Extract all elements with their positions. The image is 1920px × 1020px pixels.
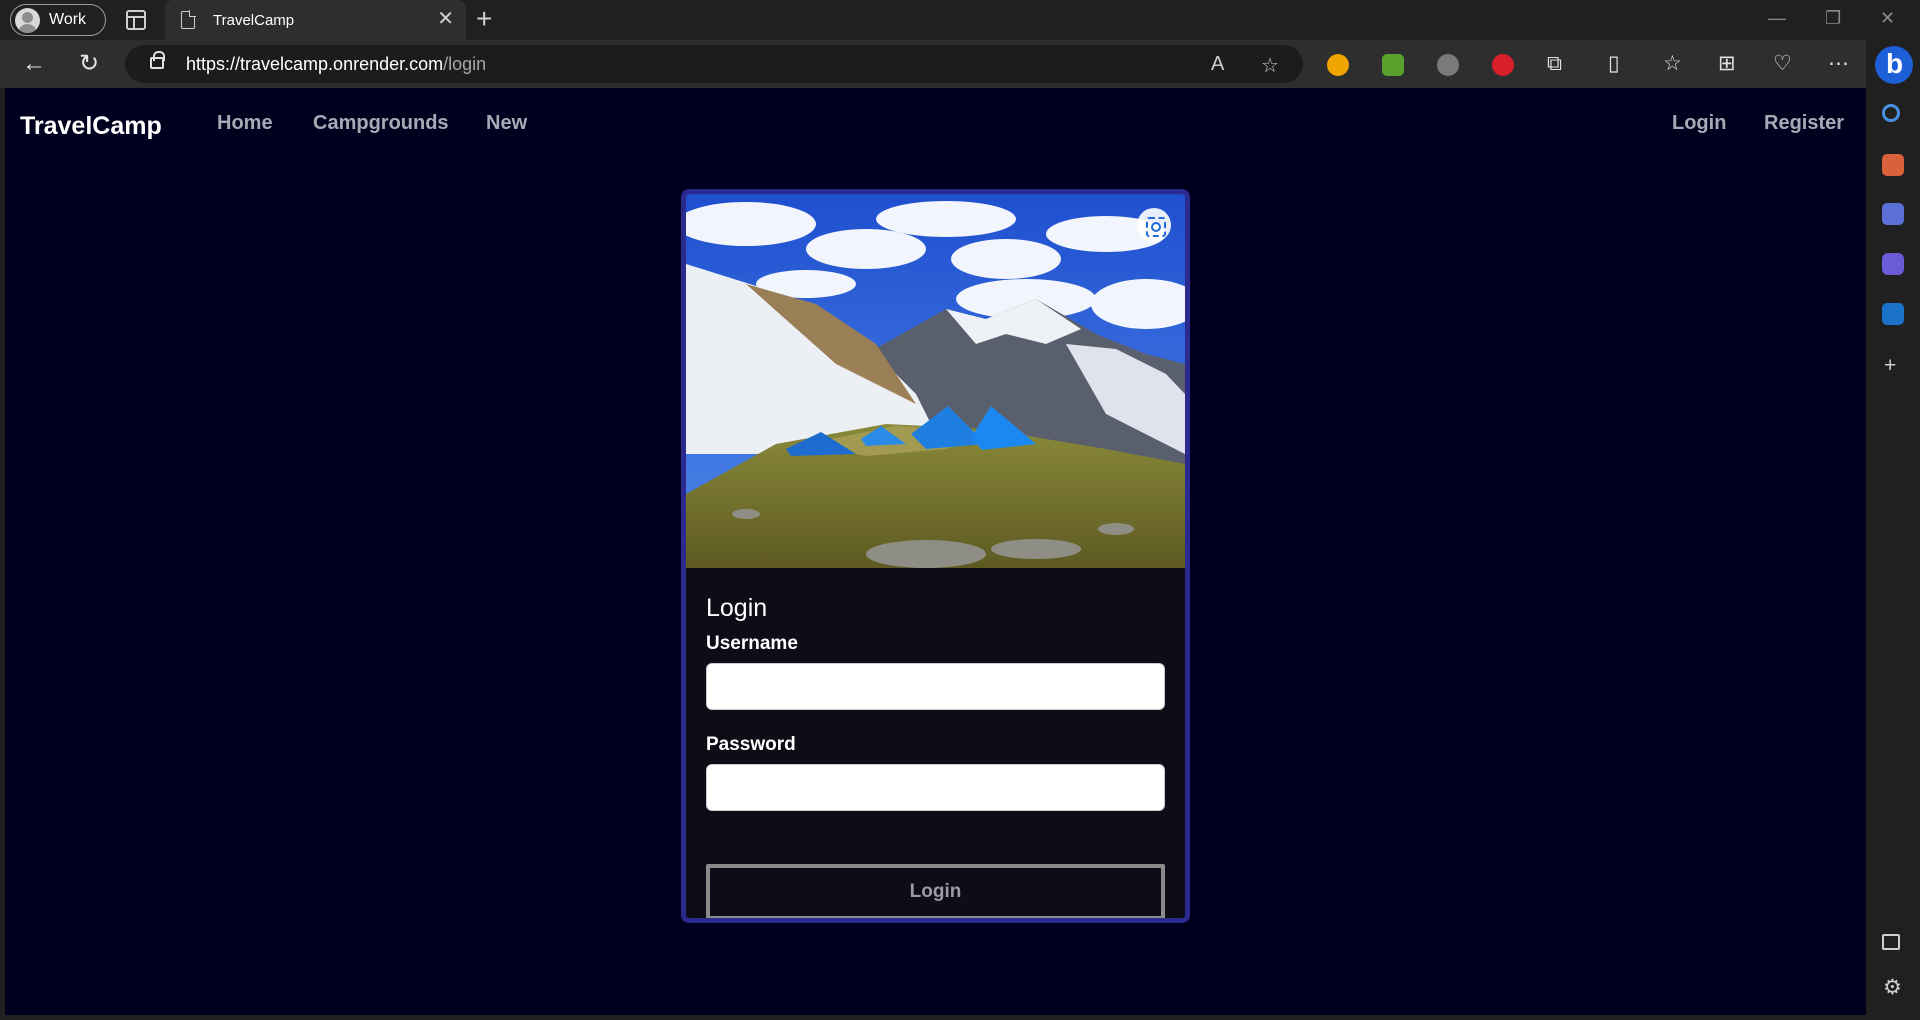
site-navbar: TravelCamp Home Campgrounds New Login Re… — [5, 88, 1866, 158]
settings-gear-icon[interactable]: ⚙ — [1883, 976, 1902, 1000]
tools-icon[interactable] — [1882, 154, 1904, 176]
add-sidebar-app-icon[interactable]: + — [1884, 354, 1896, 378]
extension-red-icon[interactable] — [1492, 54, 1514, 76]
copilot-icon[interactable] — [1875, 46, 1913, 84]
login-form: Login Username Password Login — [706, 594, 1165, 918]
password-input[interactable] — [706, 764, 1165, 811]
collections-icon[interactable]: ⊞ — [1718, 52, 1736, 76]
search-icon[interactable] — [1882, 104, 1900, 122]
office-icon[interactable] — [1882, 253, 1904, 275]
extension-gray-icon[interactable] — [1437, 54, 1459, 76]
active-tab[interactable]: TravelCamp ✕ — [165, 0, 466, 40]
nav-home[interactable]: Home — [217, 112, 273, 135]
close-tab-icon[interactable]: ✕ — [437, 9, 454, 29]
profile-button[interactable]: Work — [10, 4, 106, 36]
back-arrow-icon[interactable]: ← — [18, 48, 50, 80]
close-window-icon[interactable]: ✕ — [1880, 8, 1895, 29]
tab-strip: Work TravelCamp ✕ + — ❐ ✕ — [0, 0, 1920, 40]
nav-register[interactable]: Register — [1764, 112, 1844, 135]
url-text[interactable]: https://travelcamp.onrender.com/login — [186, 54, 486, 75]
profile-label: Work — [49, 11, 87, 28]
tab-actions-icon[interactable] — [126, 10, 146, 30]
avatar — [15, 7, 40, 33]
visual-search-icon[interactable] — [1137, 208, 1171, 242]
nav-campgrounds[interactable]: Campgrounds — [313, 112, 449, 135]
browser-toolbar: ← ↻ https://travelcamp.onrender.com/logi… — [0, 40, 1920, 88]
brand-logo[interactable]: TravelCamp — [20, 112, 162, 141]
password-label: Password — [706, 734, 796, 755]
new-tab-icon[interactable]: + — [476, 4, 492, 34]
browser-essentials-icon[interactable]: ♡ — [1773, 52, 1792, 76]
extensions-puzzle-icon[interactable]: ⧉ — [1547, 52, 1562, 76]
hide-sidebar-icon[interactable] — [1882, 934, 1900, 950]
games-icon[interactable] — [1882, 203, 1904, 225]
outlook-icon[interactable] — [1882, 303, 1904, 325]
restore-icon[interactable]: ❐ — [1825, 8, 1841, 29]
nav-login[interactable]: Login — [1672, 112, 1726, 135]
login-submit-button[interactable]: Login — [706, 864, 1165, 918]
minimize-icon[interactable]: — — [1768, 8, 1786, 29]
extension-green-icon[interactable] — [1382, 54, 1404, 76]
campsite-image — [686, 194, 1185, 568]
favorites-icon[interactable]: ☆ — [1663, 52, 1682, 76]
address-bar[interactable]: https://travelcamp.onrender.com/login A … — [125, 45, 1303, 83]
favorite-star-icon[interactable]: ☆ — [1261, 53, 1279, 78]
tab-title: TravelCamp — [213, 11, 295, 29]
username-input[interactable] — [706, 663, 1165, 710]
extension-home-icon[interactable] — [1327, 54, 1349, 76]
page-viewport: TravelCamp Home Campgrounds New Login Re… — [5, 88, 1866, 1015]
read-aloud-icon[interactable]: A — [1211, 53, 1224, 76]
more-menu-icon[interactable]: ⋯ — [1828, 52, 1849, 76]
nav-new[interactable]: New — [486, 112, 527, 135]
split-screen-icon[interactable]: ▯ — [1608, 52, 1620, 76]
username-label: Username — [706, 633, 798, 654]
page-icon — [181, 10, 196, 29]
lock-icon[interactable] — [150, 51, 165, 69]
login-card: Login Username Password Login — [681, 189, 1190, 923]
refresh-icon[interactable]: ↻ — [73, 48, 105, 80]
login-title: Login — [706, 594, 768, 622]
edge-sidebar: + ⚙ — [1866, 40, 1920, 1020]
